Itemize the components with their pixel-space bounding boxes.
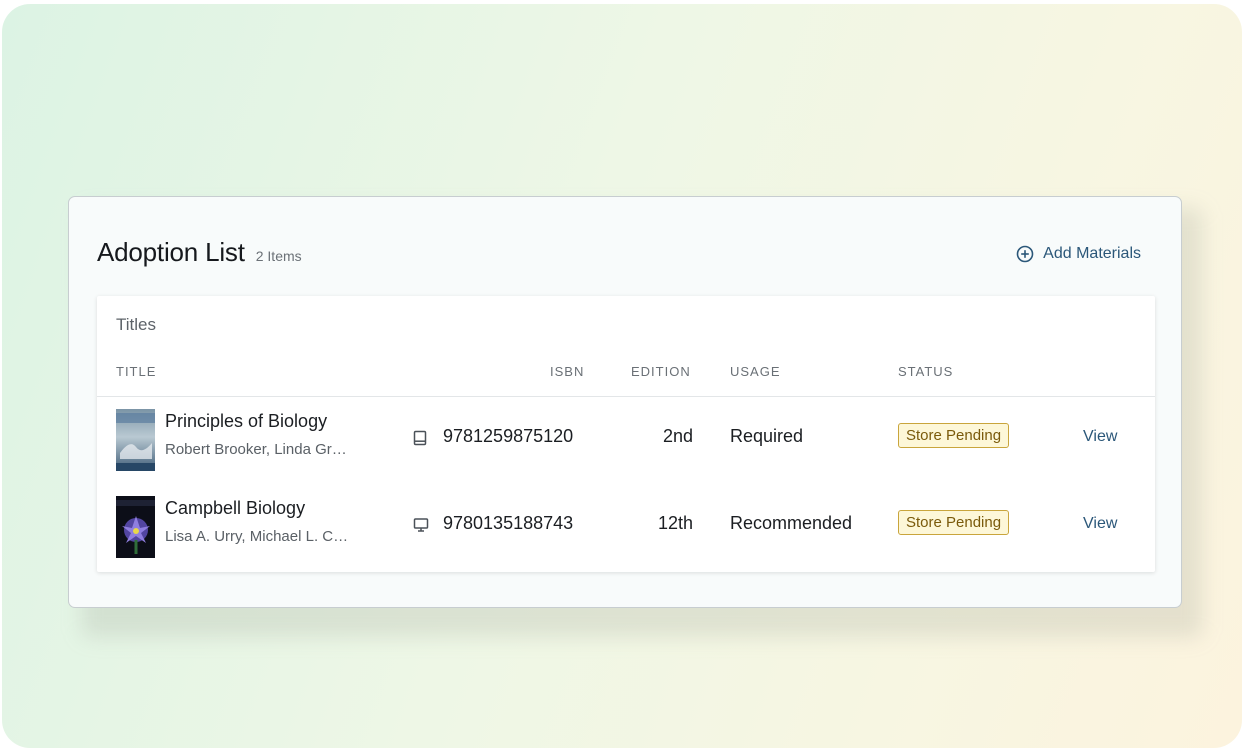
view-link[interactable]: View: [1083, 428, 1117, 446]
table-row: Campbell Biology Lisa A. Urry, Michael L…: [97, 496, 1155, 566]
column-header-edition: EDITION: [631, 364, 691, 379]
table-row: Principles of Biology Robert Brooker, Li…: [97, 409, 1155, 479]
isbn-value: 9781259875120: [443, 426, 574, 446]
book-icon: [413, 430, 427, 446]
book-title: Campbell Biology: [165, 498, 306, 518]
item-count: 2 Items: [255, 248, 302, 264]
column-header-isbn: ISBN: [550, 364, 585, 379]
page-background: Adoption List 2 Items Add Materials Titl…: [2, 4, 1242, 748]
book-authors: Lisa A. Urry, Michael L. C…: [165, 528, 349, 545]
adoption-list-card: Adoption List 2 Items Add Materials Titl…: [68, 196, 1182, 608]
titles-panel: Titles TITLE ISBN EDITION USAGE STATUS P…: [97, 296, 1155, 572]
monitor-icon: [413, 518, 429, 532]
status-badge: Store Pending: [898, 423, 1010, 448]
status-badge: Store Pending: [898, 510, 1010, 535]
card-header: Adoption List 2 Items: [97, 237, 302, 268]
book-cover-image: [116, 409, 155, 471]
usage-value: Required: [730, 426, 804, 446]
column-header-status: STATUS: [898, 364, 954, 379]
isbn-value: 9780135188743: [443, 513, 574, 533]
edition-value: 12th: [657, 513, 693, 533]
add-materials-button[interactable]: Add Materials: [1016, 245, 1141, 263]
book-authors: Robert Brooker, Linda Gr…: [165, 441, 347, 458]
book-title: Principles of Biology: [165, 411, 328, 431]
panel-label: Titles: [116, 315, 156, 334]
usage-value: Recommended: [730, 513, 853, 533]
plus-circle-icon: [1016, 245, 1034, 263]
header-divider: [97, 396, 1155, 397]
book-cover-image: [116, 496, 155, 558]
column-header-title: TITLE: [116, 364, 157, 379]
column-header-usage: USAGE: [730, 364, 781, 379]
page-title: Adoption List: [97, 237, 245, 267]
add-materials-label: Add Materials: [1043, 245, 1141, 262]
edition-value: 2nd: [662, 426, 693, 446]
view-link[interactable]: View: [1083, 515, 1117, 533]
